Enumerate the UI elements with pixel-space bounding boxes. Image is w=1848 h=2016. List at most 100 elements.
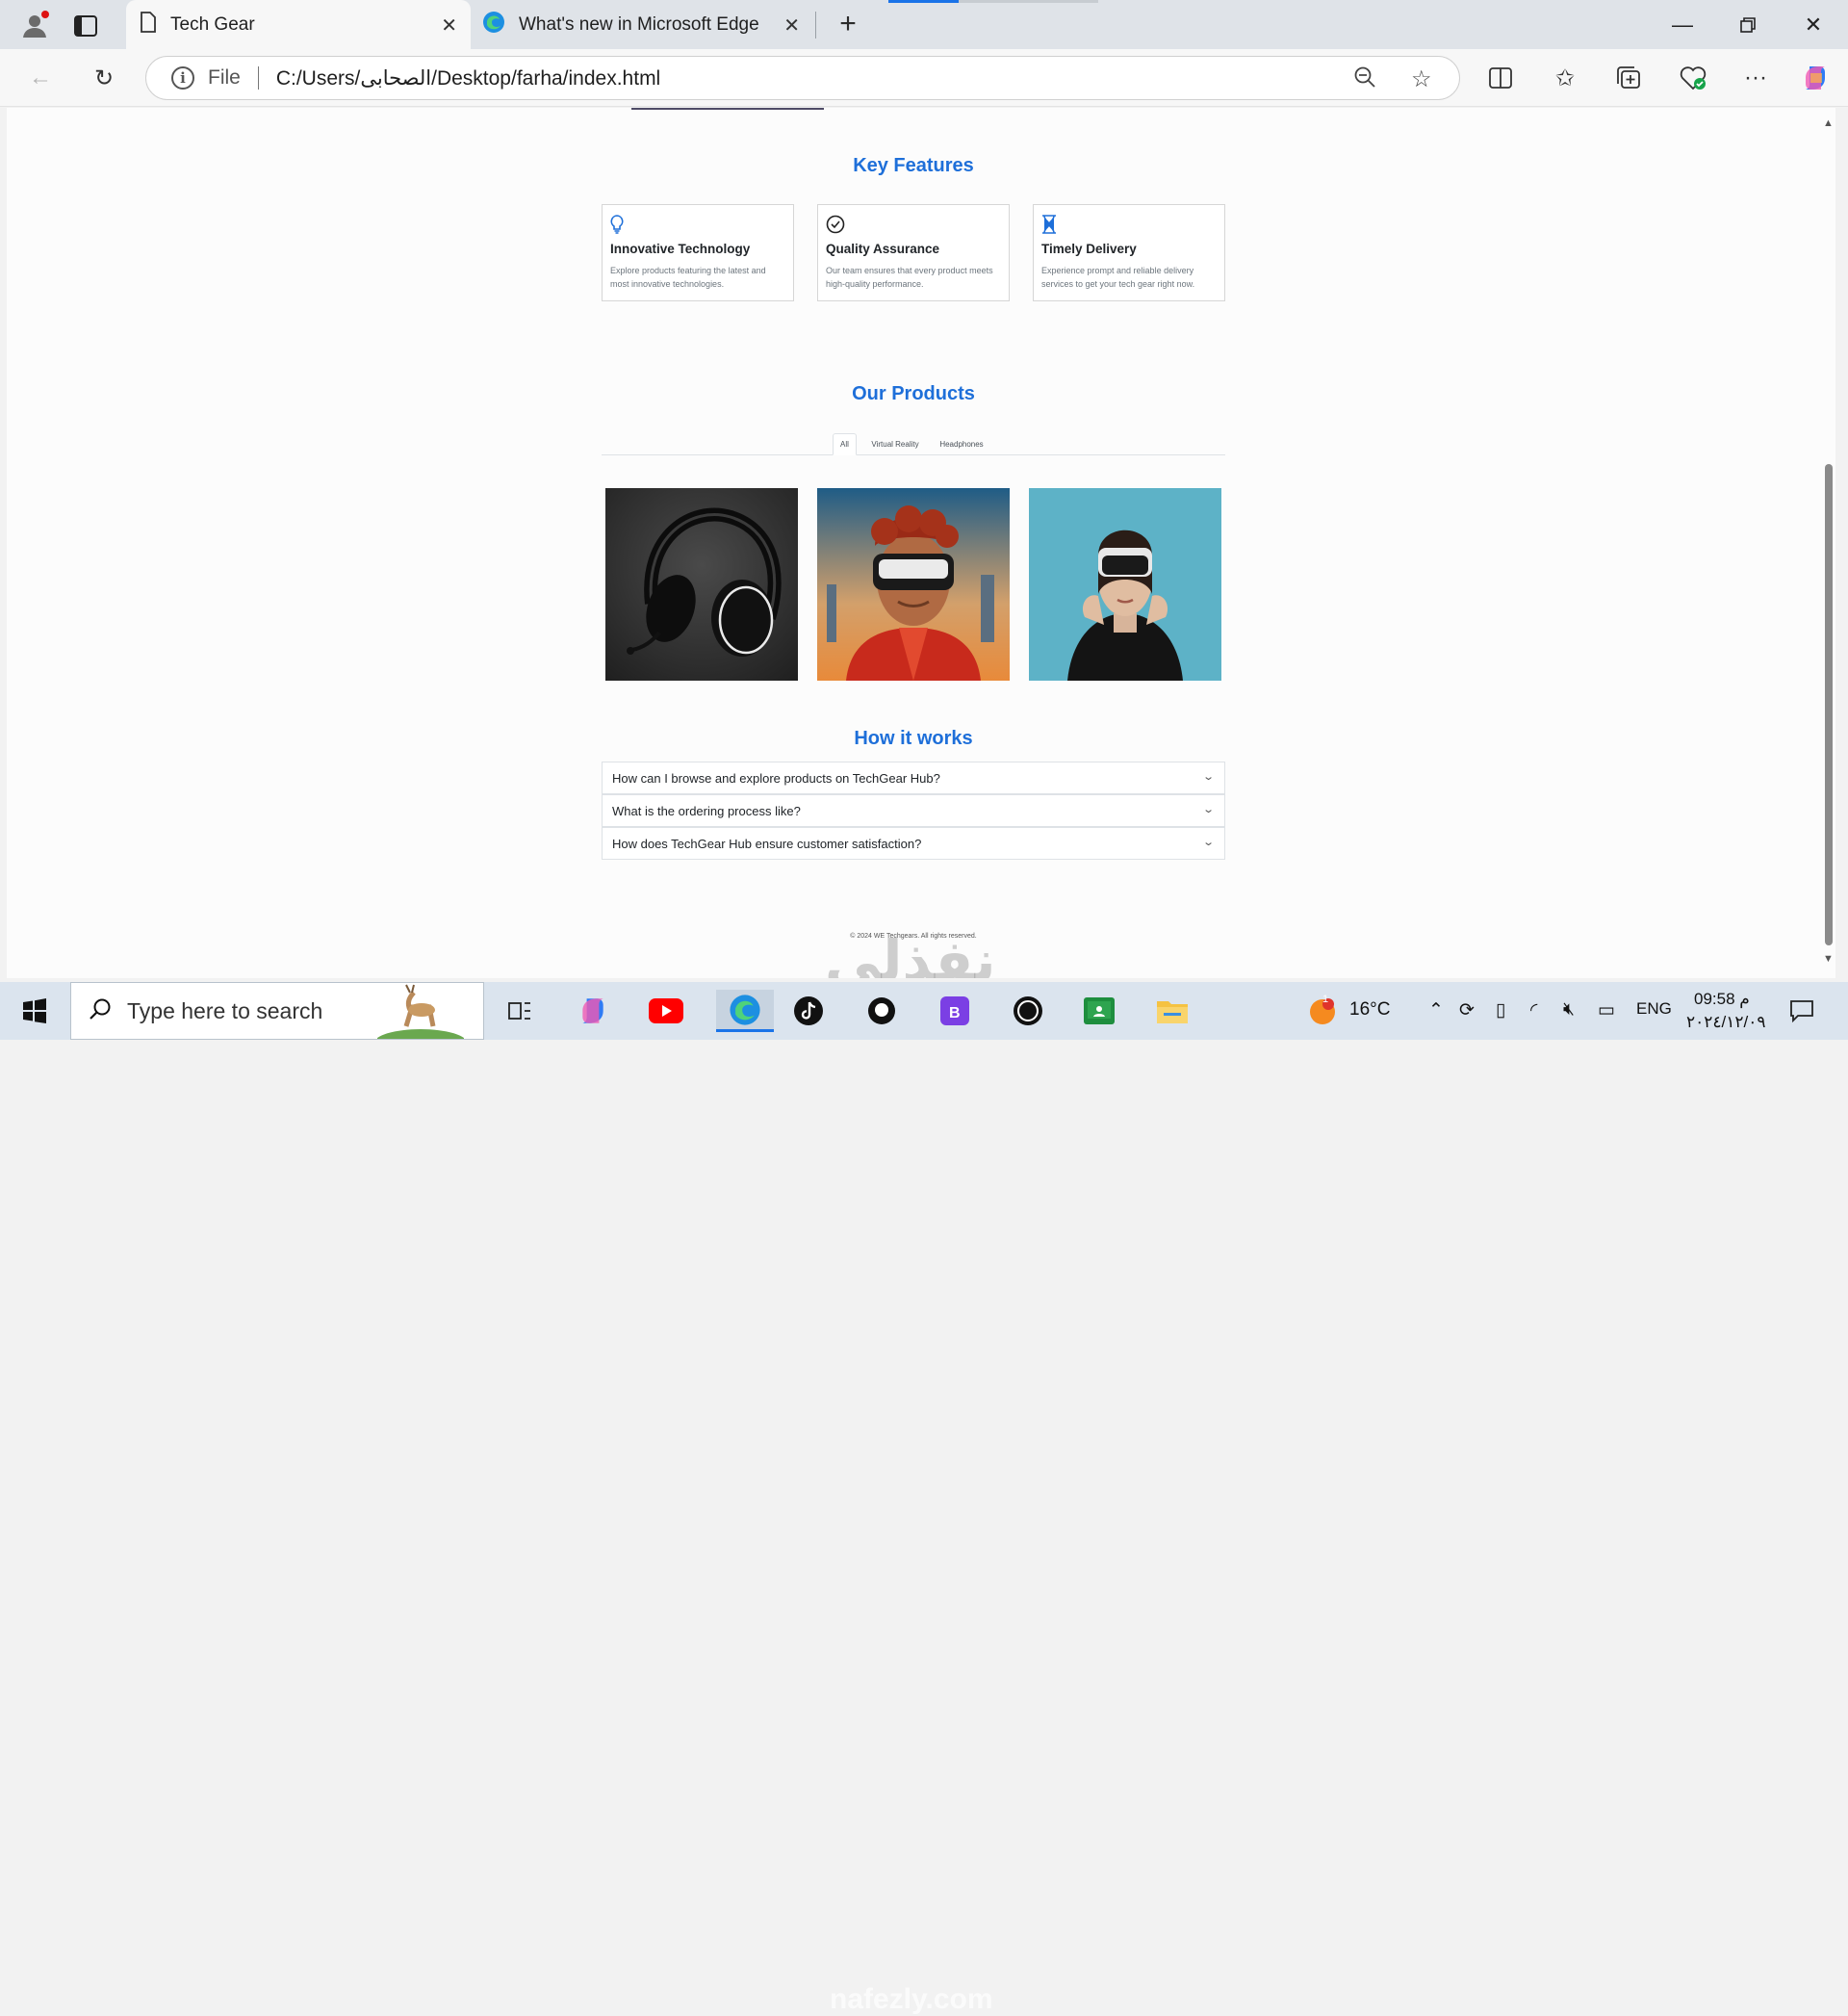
task-view-icon[interactable] [499,990,541,1032]
url-text[interactable]: C:/Users/الصحابى/Desktop/farha/index.htm… [276,66,660,90]
tab-virtual-reality[interactable]: Virtual Reality [863,433,927,455]
address-divider [257,66,259,90]
weather-temp[interactable]: 16°C [1349,999,1390,1021]
faq-question: How can I browse and explore products on… [612,770,940,786]
tab-whats-new-edge[interactable]: What's new in Microsoft Edge ✕ [478,0,813,49]
faq-item-browse[interactable]: How can I browse and explore products on… [602,762,1225,794]
key-features-title: Key Features [853,155,974,176]
split-screen-icon[interactable] [1485,63,1516,93]
zoom-out-icon[interactable] [1353,65,1376,95]
favorites-icon[interactable]: ✩ [1550,63,1580,93]
tab-progress-accent [888,0,959,3]
whatsapp-icon[interactable] [1007,990,1049,1032]
restore-icon[interactable] [1715,0,1781,49]
how-it-works-title: How it works [854,728,973,749]
close-window-icon[interactable]: ✕ [1781,0,1846,49]
hero-bottom-edge [631,108,824,110]
product-filter-tabs: All Virtual Reality Headphones [602,433,1225,455]
chevron-down-icon: ⌄ [1201,804,1215,815]
svg-text:B: B [949,1005,961,1021]
volume-muted-icon[interactable]: 🔇︎ [1563,999,1575,1021]
web-page: Key Features Innovative Technology Explo… [7,108,1829,978]
scrollbar-thumb[interactable] [1825,464,1833,945]
search-placeholder: Type here to search [127,997,323,1023]
close-tab-icon[interactable]: ✕ [783,13,800,38]
our-products-title: Our Products [852,383,975,404]
windows-start-icon[interactable] [13,990,56,1032]
tab-separator [815,12,816,39]
product-headphones-image[interactable] [605,488,798,681]
collections-icon[interactable] [1613,63,1644,93]
profile-icon[interactable] [17,8,52,42]
lightbulb-icon [610,215,785,238]
tab-title: Tech Gear [170,13,255,35]
feature-card-innovative: Innovative Technology Explore products f… [602,204,794,301]
edge-taskbar-icon[interactable] [716,990,774,1032]
tab-headphones[interactable]: Headphones [931,433,992,455]
scroll-up-arrow-icon[interactable]: ▲ [1823,117,1834,129]
clock-date[interactable]: ٢٠٢٤/١٢/٠٩ [1686,1013,1766,1032]
taskbar-search[interactable]: Type here to search [70,982,484,1056]
file-explorer-icon[interactable] [1151,990,1194,1032]
favorite-star-icon[interactable]: ☆ [1411,65,1432,93]
github-icon[interactable] [860,990,903,1032]
windows-taskbar: Type here to search B 1 16°C ⌃ ⟳ ▯ ◜ 🔇︎ … [0,982,1848,2015]
tiktok-icon[interactable] [787,990,830,1032]
clock-time[interactable]: 09:58 م [1694,990,1750,1009]
scroll-down-arrow-icon[interactable]: ▼ [1823,953,1834,965]
battery-icon[interactable]: ▭ [1598,999,1615,1021]
notifications-icon[interactable] [1781,990,1823,1032]
weather-badge: 1 [1322,994,1329,1005]
faq-item-ordering[interactable]: What is the ordering process like? ⌄ [602,794,1225,827]
address-bar[interactable]: i File C:/Users/الصحابى/Desktop/farha/in… [145,56,1460,100]
search-icon [89,997,112,1025]
tab-actions-icon[interactable] [71,12,100,40]
watermark-url: nafezly.com [830,1983,993,2015]
chevron-down-icon: ⌄ [1201,771,1215,783]
page-icon [140,11,157,39]
check-circle-icon [826,215,1001,238]
tray-chevron-up-icon[interactable]: ⌃ [1428,999,1444,1021]
tray-meet-icon[interactable]: ▯ [1496,999,1505,1021]
faq-item-satisfaction[interactable]: How does TechGear Hub ensure customer sa… [602,827,1225,860]
youtube-icon[interactable] [645,990,687,1032]
refresh-icon[interactable]: ↻ [89,63,119,93]
tray-sync-icon[interactable]: ⟳ [1459,999,1475,1021]
tab-progress-track [959,0,1098,3]
tab-all[interactable]: All [833,433,857,455]
browser-tab-bar: Tech Gear ✕ What's new in Microsoft Edge… [0,0,1848,49]
more-options-icon[interactable]: ··· [1740,63,1771,93]
product-vr-woman-image[interactable] [1029,488,1221,681]
chevron-down-icon: ⌄ [1201,837,1215,848]
feature-text: Explore products featuring the latest an… [610,266,766,289]
feature-card-delivery: Timely Delivery Experience prompt and re… [1033,204,1225,301]
feature-text: Our team ensures that every product meet… [826,266,993,289]
hourglass-icon [1041,215,1217,238]
feature-title: Quality Assurance [826,242,940,256]
tab-title: What's new in Microsoft Edge [519,13,759,35]
google-classroom-icon[interactable] [1078,990,1120,1032]
close-tab-icon[interactable]: ✕ [441,13,457,38]
feature-title: Innovative Technology [610,242,751,256]
url-scheme: File [208,66,241,89]
page-scrollbar[interactable]: ▲ ▼ [1822,108,1835,978]
feature-title: Timely Delivery [1041,242,1137,256]
language-indicator[interactable]: ENG [1636,999,1672,1019]
tab-tech-gear[interactable]: Tech Gear ✕ [126,0,471,49]
feature-card-quality: Quality Assurance Our team ensures that … [817,204,1010,301]
browser-essentials-icon[interactable] [1678,63,1708,93]
bootstrap-studio-icon[interactable]: B [934,990,976,1032]
browser-toolbar: ← ↻ i File C:/Users/الصحابى/Desktop/farh… [0,49,1848,107]
new-tab-icon[interactable]: + [834,8,862,39]
copilot-taskbar-icon[interactable] [572,990,614,1032]
minimize-icon[interactable]: — [1650,0,1715,49]
faq-question: What is the ordering process like? [612,803,801,818]
watermark-logo: نفذلي [825,928,997,978]
wifi-icon[interactable]: ◜ [1530,999,1537,1021]
product-vr-man-image[interactable] [817,488,1010,681]
info-icon[interactable]: i [171,66,194,90]
feature-text: Experience prompt and reliable delivery … [1041,266,1195,289]
copilot-icon[interactable] [1800,63,1831,93]
back-icon[interactable]: ← [25,63,56,93]
deer-illustration-icon [374,983,467,1056]
